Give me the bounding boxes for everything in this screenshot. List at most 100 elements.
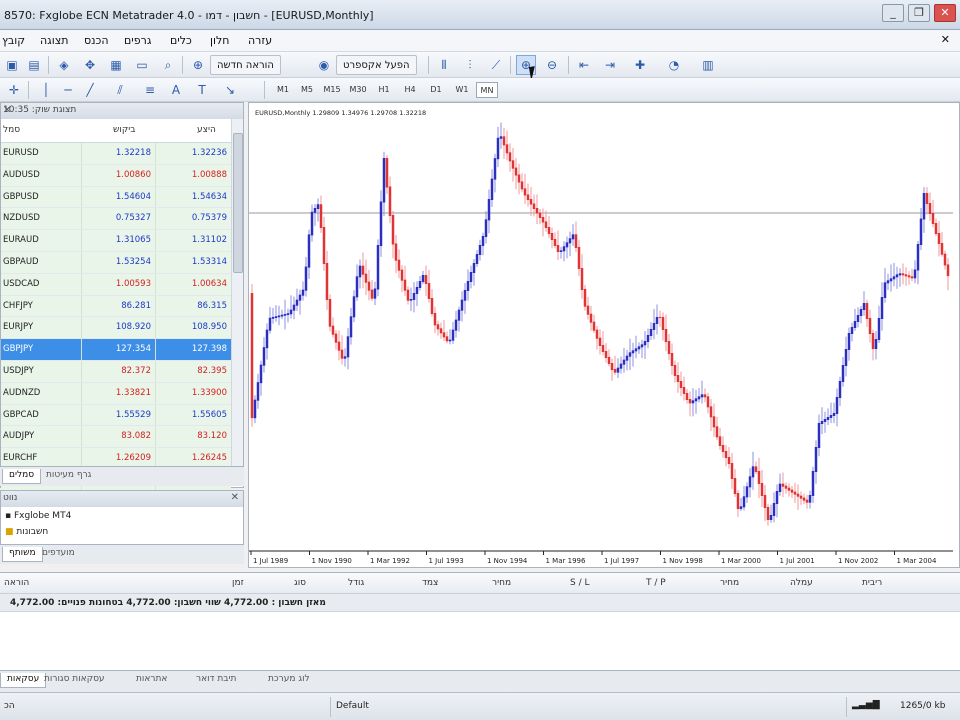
chart-window[interactable]: 1 Jul 1989 1 Nov 1990 1 Mar 1992 1 Jul 1993… xyxy=(248,102,960,568)
market-watch-row[interactable]: EURJPY 108.920 108.950 xyxy=(1,317,231,340)
navigator-close-icon[interactable]: ✕ xyxy=(231,492,239,503)
timeframe-m30[interactable]: M30 xyxy=(346,82,370,98)
channel-icon[interactable]: ⫽ xyxy=(110,80,130,100)
row-bid: 1.31065 xyxy=(81,230,155,251)
timeframe-h4[interactable]: H4 xyxy=(400,82,420,98)
nav-item-root[interactable]: ▪ Fxglobe MT4 xyxy=(5,511,71,521)
col-price-current[interactable]: מחיר xyxy=(720,578,739,588)
tab-mailbox[interactable]: תיבת דואר xyxy=(190,673,242,688)
timeframe-m5[interactable]: M5 xyxy=(296,82,318,98)
label-icon[interactable]: T xyxy=(192,80,212,100)
scrollbar-thumb[interactable] xyxy=(233,133,243,273)
expert-advisors-icon[interactable]: ◉ xyxy=(314,55,334,75)
templates-icon[interactable]: ▥ xyxy=(698,55,718,75)
fibonacci-icon[interactable]: ≡ xyxy=(140,80,160,100)
new-chart-icon[interactable]: ▣ xyxy=(2,55,22,75)
close-button[interactable]: ✕ xyxy=(934,4,956,22)
tab-tick-chart[interactable]: גרף מעיטות xyxy=(40,469,97,484)
terminal-icon[interactable]: ▭ xyxy=(132,55,152,75)
market-watch-row[interactable]: GBPAUD 1.53254 1.53314 xyxy=(1,251,231,274)
market-watch-row[interactable]: GBPCAD 1.55529 1.55605 xyxy=(1,404,231,427)
col-symbol-term[interactable]: צמד xyxy=(422,578,438,588)
market-watch-row[interactable]: GBPUSD 1.54604 1.54634 xyxy=(1,186,231,209)
inner-close-icon[interactable]: ✕ xyxy=(941,33,950,46)
new-order-button[interactable]: הוראה חדשה xyxy=(210,55,281,75)
bar-chart-icon[interactable]: ⫴ xyxy=(434,55,454,75)
market-watch-row[interactable]: NZDUSD 0.75327 0.75379 xyxy=(1,208,231,231)
col-time[interactable]: זמן xyxy=(232,578,244,588)
candlestick-icon[interactable]: ⫶ xyxy=(460,55,480,75)
timeframe-m1[interactable]: M1 xyxy=(272,82,294,98)
row-bid: 127.354 xyxy=(81,339,155,360)
x-tick-label: 1 Jul 1997 xyxy=(604,557,639,565)
trendline-icon[interactable]: ╱ xyxy=(80,80,100,100)
strategy-tester-icon[interactable]: ⌕ xyxy=(158,55,178,75)
menu-window[interactable]: חלון xyxy=(210,34,229,47)
timeframe-w1[interactable]: W1 xyxy=(452,82,472,98)
col-bid[interactable]: ביקוש xyxy=(113,125,135,135)
periods-icon[interactable]: ◔ xyxy=(664,55,684,75)
menu-charts[interactable]: גרפים xyxy=(124,34,151,47)
crosshair-icon[interactable]: ✛ xyxy=(4,80,24,100)
menu-view[interactable]: תצוגה xyxy=(40,34,68,47)
menu-tools[interactable]: כלים xyxy=(170,34,192,47)
col-price[interactable]: מחיר xyxy=(492,578,511,588)
tab-symbols[interactable]: סמלים xyxy=(2,469,42,484)
tab-favorites[interactable]: מועדפים xyxy=(36,547,81,562)
horizontal-line-icon[interactable]: ─ xyxy=(58,80,78,100)
vertical-line-icon[interactable]: │ xyxy=(36,80,56,100)
data-window-icon[interactable]: ✥ xyxy=(80,55,100,75)
col-symbol[interactable]: סמל xyxy=(3,125,20,135)
col-swap[interactable]: ריבית xyxy=(862,578,882,588)
market-watch-row[interactable]: AUDUSD 1.00860 1.00888 xyxy=(1,164,231,187)
tab-journal[interactable]: לוג מערכת xyxy=(262,673,316,688)
market-watch-tabs: סמלים גרף מעיטות xyxy=(0,466,244,486)
col-commission[interactable]: עמלה xyxy=(790,578,813,588)
timeframe-h1[interactable]: H1 xyxy=(374,82,394,98)
maximize-button[interactable]: ❐ xyxy=(908,4,930,22)
market-watch-row[interactable]: EURUSD 1.32218 1.32236 xyxy=(1,143,231,165)
tab-history[interactable]: עסקאות סגורות xyxy=(38,673,111,688)
market-watch-row[interactable]: EURAUD 1.31065 1.31102 xyxy=(1,230,231,252)
col-ask[interactable]: היצע xyxy=(197,125,216,135)
expert-advisors-button[interactable]: הפעל אקספרט xyxy=(336,55,417,75)
row-bid: 1.53254 xyxy=(81,251,155,273)
menu-insert[interactable]: הכנס xyxy=(84,34,109,47)
market-watch-row[interactable]: CHFJPY 86.281 86.315 xyxy=(1,295,231,318)
arrows-icon[interactable]: ↘ xyxy=(220,80,240,100)
menu-help[interactable]: עזרה xyxy=(248,34,272,47)
col-sl[interactable]: S / L xyxy=(570,578,589,588)
col-tp[interactable]: T / P xyxy=(646,578,666,588)
market-watch-close-icon[interactable]: ✕ xyxy=(3,105,239,116)
line-chart-icon[interactable]: ⟋ xyxy=(486,55,506,75)
autoscroll-icon[interactable]: ⇤ xyxy=(574,55,594,75)
profiles-icon[interactable]: ▤ xyxy=(24,55,44,75)
new-order-icon[interactable]: ⊕ xyxy=(188,55,208,75)
minimize-button[interactable]: _ xyxy=(882,4,904,22)
market-watch-row[interactable]: USDCAD 1.00593 1.00634 xyxy=(1,273,231,296)
indicators-icon[interactable]: ✚ xyxy=(630,55,650,75)
navigator-icon[interactable]: ▦ xyxy=(106,55,126,75)
timeframe-d1[interactable]: D1 xyxy=(426,82,446,98)
timeframe-mn[interactable]: MN xyxy=(476,82,498,98)
row-ask: 1.53314 xyxy=(155,251,231,273)
x-tick-label: 1 Jul 1993 xyxy=(429,557,464,565)
col-type[interactable]: סוג xyxy=(294,578,306,588)
chart-shift-icon[interactable]: ⇥ xyxy=(600,55,620,75)
market-watch-scrollbar[interactable] xyxy=(231,119,243,469)
menu-file[interactable]: קובץ xyxy=(2,34,25,47)
price-chart[interactable]: 1 Jul 1989 1 Nov 1990 1 Mar 1992 1 Jul 1993… xyxy=(249,103,960,568)
market-watch-row[interactable]: USDJPY 82.372 82.395 xyxy=(1,360,231,383)
market-watch-row[interactable]: AUDNZD 1.33821 1.33900 xyxy=(1,382,231,405)
timeframe-m15[interactable]: M15 xyxy=(320,82,344,98)
col-size[interactable]: גודל xyxy=(348,578,364,588)
market-watch-row[interactable]: GBPJPY 127.354 127.398 xyxy=(1,339,231,361)
col-order[interactable]: הוראה xyxy=(4,578,29,588)
market-watch-row[interactable]: AUDJPY 83.082 83.120 xyxy=(1,426,231,449)
row-ask: 1.31102 xyxy=(155,230,231,251)
market-watch-icon[interactable]: ◈ xyxy=(54,55,74,75)
text-icon[interactable]: A xyxy=(166,80,186,100)
nav-item-accounts[interactable]: ■ חשבונות xyxy=(5,527,48,537)
zoom-out-icon[interactable]: ⊖ xyxy=(542,55,562,75)
tab-alerts[interactable]: אתראות xyxy=(130,673,173,688)
